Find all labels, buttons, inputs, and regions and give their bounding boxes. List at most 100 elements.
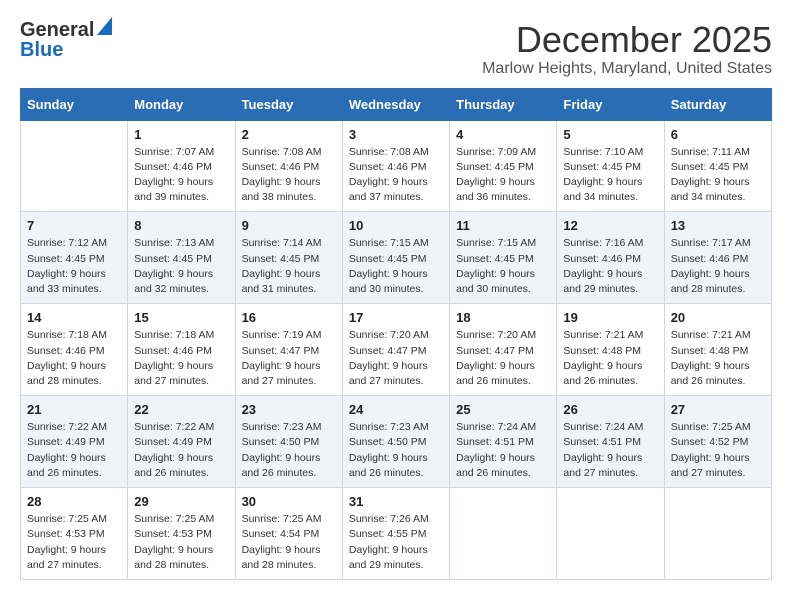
day-info: Sunrise: 7:09 AMSunset: 4:45 PMDaylight:…	[456, 145, 550, 206]
day-info: Sunrise: 7:17 AMSunset: 4:46 PMDaylight:…	[671, 236, 765, 297]
logo-blue: Blue	[20, 40, 100, 60]
calendar-cell: 27 Sunrise: 7:25 AMSunset: 4:52 PMDayligh…	[664, 396, 771, 488]
day-info: Sunrise: 7:19 AMSunset: 4:47 PMDaylight:…	[242, 328, 336, 389]
day-info: Sunrise: 7:13 AMSunset: 4:45 PMDaylight:…	[134, 236, 228, 297]
calendar-cell: 10Sunrise: 7:15 AMSunset: 4:45 PMDayligh…	[342, 212, 449, 304]
day-info: Sunrise: 7:25 AMSunset: 4:54 PMDaylight:…	[242, 512, 336, 573]
calendar-table: SundayMondayTuesdayWednesdayThursdayFrid…	[20, 88, 772, 580]
calendar-cell: 14 Sunrise: 7:18 AMSunset: 4:46 PMDayligh…	[21, 304, 128, 396]
header-tuesday: Tuesday	[235, 88, 342, 120]
day-info: Sunrise: 7:20 AMSunset: 4:47 PMDaylight:…	[349, 328, 443, 389]
day-info: Sunrise: 7:18 AMSunset: 4:46 PMDaylight:…	[27, 328, 121, 389]
logo: General Blue	[20, 20, 100, 60]
calendar-cell: 31 Sunrise: 7:26 AMSunset: 4:55 PMDayligh…	[342, 488, 449, 580]
day-info: Sunrise: 7:12 AMSunset: 4:45 PMDaylight:…	[27, 236, 121, 297]
header-wednesday: Wednesday	[342, 88, 449, 120]
day-number: 5	[563, 127, 657, 142]
day-info: Sunrise: 7:16 AMSunset: 4:46 PMDaylight:…	[563, 236, 657, 297]
calendar-cell: 2 Sunrise: 7:08 AMSunset: 4:46 PMDaylight…	[235, 120, 342, 212]
day-number: 10	[349, 218, 443, 233]
day-info: Sunrise: 7:08 AMSunset: 4:46 PMDaylight:…	[242, 145, 336, 206]
calendar-cell: 25 Sunrise: 7:24 AMSunset: 4:51 PMDayligh…	[450, 396, 557, 488]
day-info: Sunrise: 7:21 AMSunset: 4:48 PMDaylight:…	[671, 328, 765, 389]
day-info: Sunrise: 7:23 AMSunset: 4:50 PMDaylight:…	[349, 420, 443, 481]
day-info: Sunrise: 7:08 AMSunset: 4:46 PMDaylight:…	[349, 145, 443, 206]
calendar-cell	[21, 120, 128, 212]
day-number: 29	[134, 494, 228, 509]
calendar-cell: 9Sunrise: 7:14 AMSunset: 4:45 PMDaylight…	[235, 212, 342, 304]
calendar-cell: 16 Sunrise: 7:19 AMSunset: 4:47 PMDayligh…	[235, 304, 342, 396]
calendar-cell: 19 Sunrise: 7:21 AMSunset: 4:48 PMDayligh…	[557, 304, 664, 396]
day-number: 19	[563, 310, 657, 325]
calendar-cell: 12 Sunrise: 7:16 AMSunset: 4:46 PMDayligh…	[557, 212, 664, 304]
calendar-cell	[557, 488, 664, 580]
calendar-cell: 8Sunrise: 7:13 AMSunset: 4:45 PMDaylight…	[128, 212, 235, 304]
calendar-cell	[664, 488, 771, 580]
calendar-cell	[450, 488, 557, 580]
day-info: Sunrise: 7:07 AMSunset: 4:46 PMDaylight:…	[134, 145, 228, 206]
page-title: December 2025	[482, 20, 772, 60]
day-info: Sunrise: 7:10 AMSunset: 4:45 PMDaylight:…	[563, 145, 657, 206]
day-number: 16	[242, 310, 336, 325]
calendar-cell: 5 Sunrise: 7:10 AMSunset: 4:45 PMDaylight…	[557, 120, 664, 212]
day-number: 15	[134, 310, 228, 325]
header-monday: Monday	[128, 88, 235, 120]
calendar-cell: 21 Sunrise: 7:22 AMSunset: 4:49 PMDayligh…	[21, 396, 128, 488]
calendar-header: SundayMondayTuesdayWednesdayThursdayFrid…	[21, 88, 772, 120]
day-number: 1	[134, 127, 228, 142]
calendar-cell: 4 Sunrise: 7:09 AMSunset: 4:45 PMDaylight…	[450, 120, 557, 212]
calendar-cell: 28 Sunrise: 7:25 AMSunset: 4:53 PMDayligh…	[21, 488, 128, 580]
calendar-cell: 6Sunrise: 7:11 AMSunset: 4:45 PMDaylight…	[664, 120, 771, 212]
calendar-cell: 23 Sunrise: 7:23 AMSunset: 4:50 PMDayligh…	[235, 396, 342, 488]
calendar-body: 1 Sunrise: 7:07 AMSunset: 4:46 PMDaylight…	[21, 120, 772, 579]
day-info: Sunrise: 7:24 AMSunset: 4:51 PMDaylight:…	[563, 420, 657, 481]
week-row-2: 7 Sunrise: 7:12 AMSunset: 4:45 PMDaylight…	[21, 212, 772, 304]
day-number: 27	[671, 402, 765, 417]
day-info: Sunrise: 7:25 AMSunset: 4:53 PMDaylight:…	[27, 512, 121, 573]
day-number: 3	[349, 127, 443, 142]
day-number: 25	[456, 402, 550, 417]
day-number: 4	[456, 127, 550, 142]
day-info: Sunrise: 7:21 AMSunset: 4:48 PMDaylight:…	[563, 328, 657, 389]
calendar-cell: 30 Sunrise: 7:25 AMSunset: 4:54 PMDayligh…	[235, 488, 342, 580]
logo-triangle-icon	[97, 17, 112, 35]
header-row: SundayMondayTuesdayWednesdayThursdayFrid…	[21, 88, 772, 120]
day-number: 9	[242, 218, 336, 233]
day-info: Sunrise: 7:24 AMSunset: 4:51 PMDaylight:…	[456, 420, 550, 481]
day-number: 24	[349, 402, 443, 417]
calendar-cell: 18 Sunrise: 7:20 AMSunset: 4:47 PMDayligh…	[450, 304, 557, 396]
week-row-3: 14 Sunrise: 7:18 AMSunset: 4:46 PMDayligh…	[21, 304, 772, 396]
day-number: 12	[563, 218, 657, 233]
day-number: 7	[27, 218, 121, 233]
calendar-cell: 15Sunrise: 7:18 AMSunset: 4:46 PMDayligh…	[128, 304, 235, 396]
day-info: Sunrise: 7:25 AMSunset: 4:53 PMDaylight:…	[134, 512, 228, 573]
day-number: 14	[27, 310, 121, 325]
day-info: Sunrise: 7:23 AMSunset: 4:50 PMDaylight:…	[242, 420, 336, 481]
title-block: December 2025 Marlow Heights, Maryland, …	[482, 20, 772, 78]
week-row-4: 21 Sunrise: 7:22 AMSunset: 4:49 PMDayligh…	[21, 396, 772, 488]
calendar-cell: 1 Sunrise: 7:07 AMSunset: 4:46 PMDaylight…	[128, 120, 235, 212]
week-row-5: 28 Sunrise: 7:25 AMSunset: 4:53 PMDayligh…	[21, 488, 772, 580]
header-thursday: Thursday	[450, 88, 557, 120]
day-number: 23	[242, 402, 336, 417]
day-number: 21	[27, 402, 121, 417]
day-info: Sunrise: 7:15 AMSunset: 4:45 PMDaylight:…	[456, 236, 550, 297]
day-info: Sunrise: 7:20 AMSunset: 4:47 PMDaylight:…	[456, 328, 550, 389]
day-number: 13	[671, 218, 765, 233]
day-info: Sunrise: 7:22 AMSunset: 4:49 PMDaylight:…	[27, 420, 121, 481]
day-number: 30	[242, 494, 336, 509]
calendar-cell: 29 Sunrise: 7:25 AMSunset: 4:53 PMDayligh…	[128, 488, 235, 580]
calendar-cell: 3 Sunrise: 7:08 AMSunset: 4:46 PMDaylight…	[342, 120, 449, 212]
day-number: 2	[242, 127, 336, 142]
page-subtitle: Marlow Heights, Maryland, United States	[482, 60, 772, 78]
day-number: 18	[456, 310, 550, 325]
calendar-cell: 26Sunrise: 7:24 AMSunset: 4:51 PMDayligh…	[557, 396, 664, 488]
calendar-cell: 7 Sunrise: 7:12 AMSunset: 4:45 PMDaylight…	[21, 212, 128, 304]
day-number: 22	[134, 402, 228, 417]
day-info: Sunrise: 7:25 AMSunset: 4:52 PMDaylight:…	[671, 420, 765, 481]
day-number: 31	[349, 494, 443, 509]
calendar-cell: 22 Sunrise: 7:22 AMSunset: 4:49 PMDayligh…	[128, 396, 235, 488]
day-info: Sunrise: 7:22 AMSunset: 4:49 PMDaylight:…	[134, 420, 228, 481]
day-number: 28	[27, 494, 121, 509]
day-info: Sunrise: 7:26 AMSunset: 4:55 PMDaylight:…	[349, 512, 443, 573]
